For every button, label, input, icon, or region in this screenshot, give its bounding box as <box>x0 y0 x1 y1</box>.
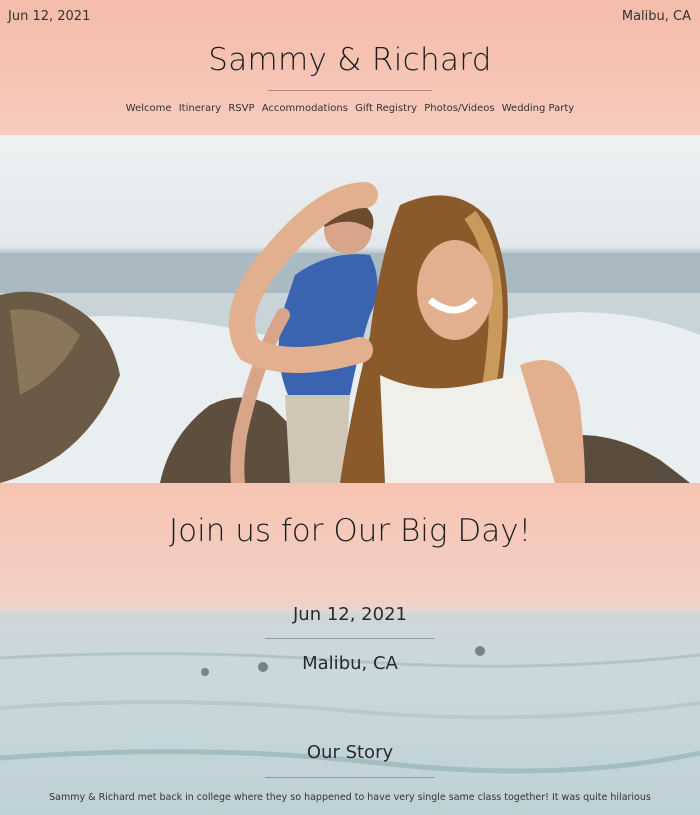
nav-welcome[interactable]: Welcome <box>126 103 172 114</box>
nav-accommodations[interactable]: Accommodations <box>262 103 348 114</box>
site-title[interactable]: Sammy & Richard <box>0 42 700 78</box>
nav-gift-registry[interactable]: Gift Registry <box>355 103 417 114</box>
event-heading: Join us for Our Big Day! <box>168 513 531 549</box>
site-header: Jun 12, 2021 Malibu, CA Sammy & Richard … <box>0 0 700 135</box>
hero-photo <box>0 135 700 483</box>
header-date: Jun 12, 2021 <box>8 9 91 24</box>
title-divider <box>268 90 432 91</box>
nav-wedding-party[interactable]: Wedding Party <box>502 103 574 114</box>
event-location: Malibu, CA <box>302 653 398 674</box>
nav-itinerary[interactable]: Itinerary <box>179 103 221 114</box>
event-date: Jun 12, 2021 <box>292 604 407 625</box>
event-divider <box>265 638 435 639</box>
story-divider <box>265 777 435 778</box>
couple-beach-illustration <box>0 182 700 483</box>
header-location: Malibu, CA <box>621 9 691 24</box>
event-section: Join us for Our Big Day! Jun 12, 2021 Ma… <box>0 483 700 815</box>
nav-photos-videos[interactable]: Photos/Videos <box>424 103 494 114</box>
story-text: Sammy & Richard met back in college wher… <box>49 792 651 803</box>
story-heading: Our Story <box>306 742 394 763</box>
nav-rsvp[interactable]: RSVP <box>228 103 254 114</box>
main-nav: Welcome Itinerary RSVP Accommodations Gi… <box>0 103 700 114</box>
